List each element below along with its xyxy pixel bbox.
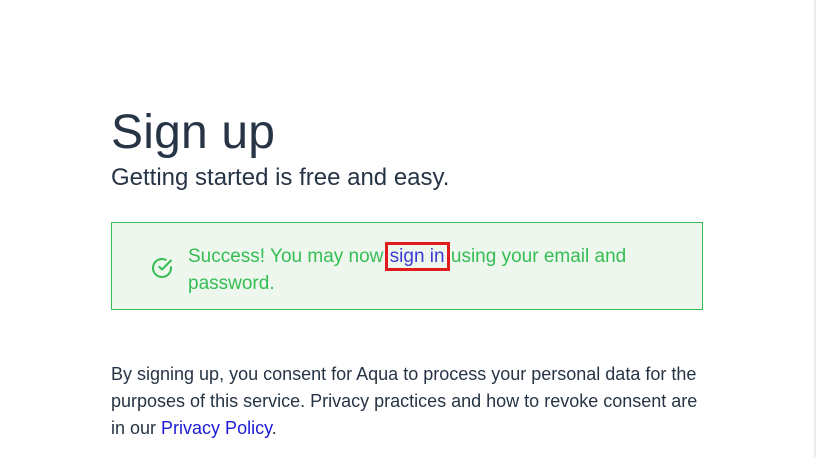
- alert-prefix: Success! You may now: [188, 246, 384, 267]
- privacy-policy-link[interactable]: Privacy Policy: [161, 418, 272, 438]
- consent-suffix: .: [271, 418, 277, 438]
- sign-in-link[interactable]: sign in: [384, 242, 450, 271]
- page-subtitle: Getting started is free and easy.: [111, 164, 450, 191]
- check-circle-icon: [150, 256, 174, 280]
- page-title: Sign up: [111, 106, 276, 159]
- success-alert: Success! You may now sign in using your …: [111, 222, 703, 310]
- signup-page: Sign up Getting started is free and easy…: [0, 0, 816, 457]
- header-block: Sign up Getting started is free and easy…: [111, 105, 705, 193]
- consent-text: By signing up, you consent for Aqua to p…: [111, 361, 711, 442]
- alert-message: Success! You may now sign in using your …: [188, 242, 658, 297]
